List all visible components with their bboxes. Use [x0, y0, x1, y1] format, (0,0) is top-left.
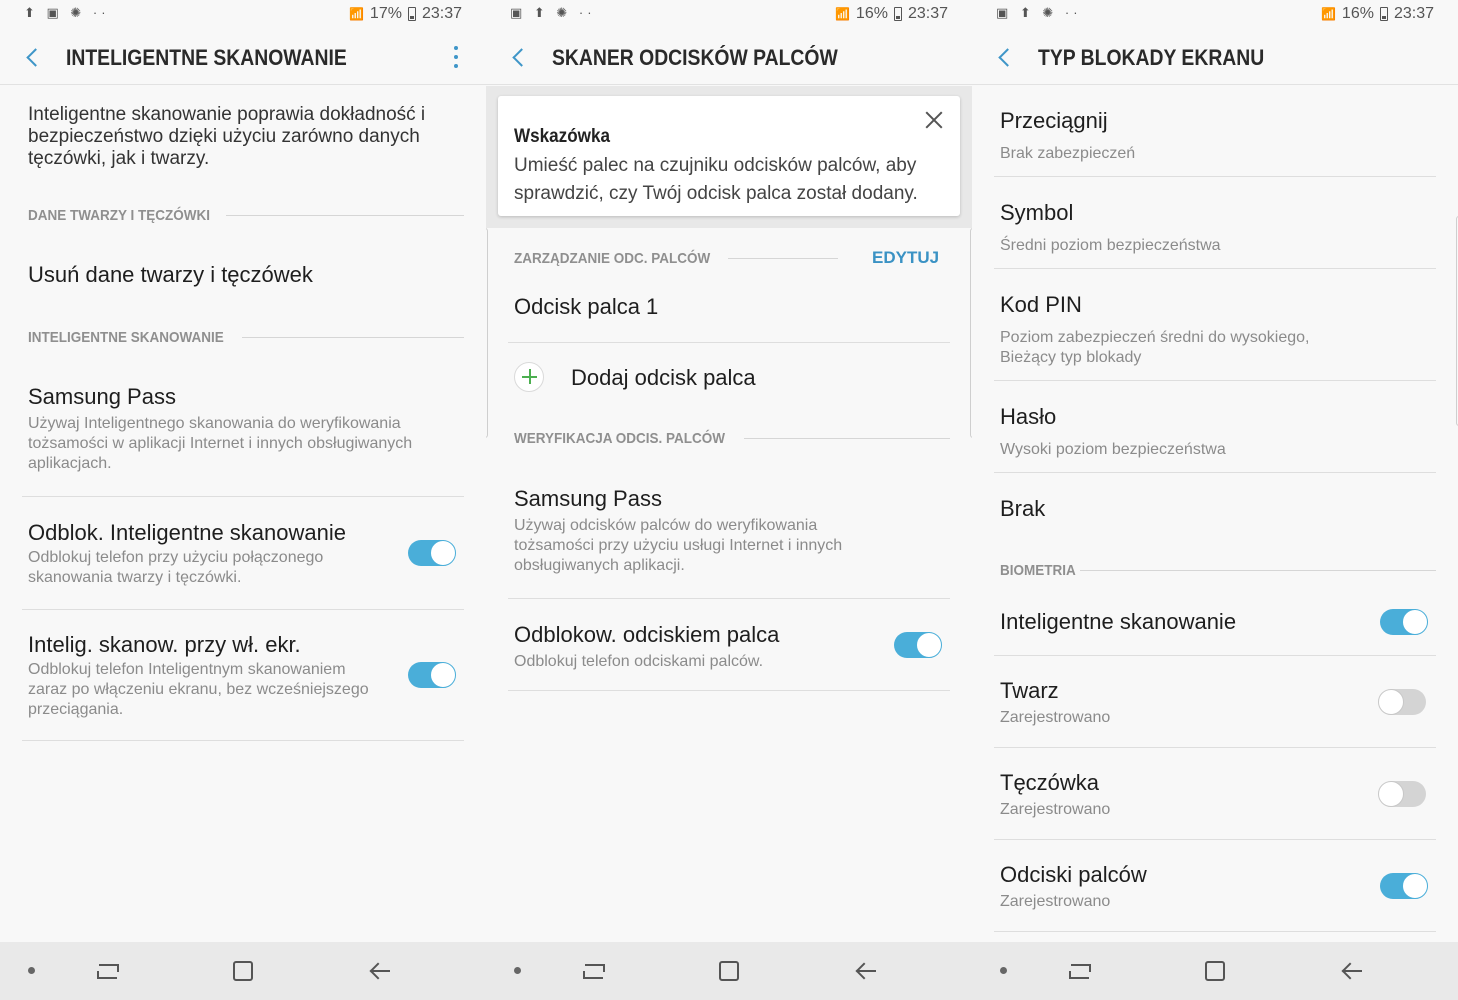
fingerprint-1-item[interactable]: Odcisk palca 1: [508, 282, 950, 342]
fingerprint-unlock-item[interactable]: Odblokow. odciskiem palca Odblokuj telef…: [508, 616, 950, 690]
section-header-manage-fingerprints: ZARZĄDZANIE ODC. PALCÓW EDYTUJ: [514, 248, 940, 268]
signal-icon: 📶: [1320, 7, 1336, 21]
iris-toggle[interactable]: [1378, 781, 1426, 807]
recent-apps-icon[interactable]: [1069, 961, 1091, 979]
tip-body: Umieść palec na czujniku odcisków palców…: [514, 155, 918, 204]
biometric-iris[interactable]: Tęczówka Zarejestrowano: [994, 758, 1436, 838]
page-title: SKANER ODCISKÓW PALCÓW: [552, 45, 838, 70]
home-icon[interactable]: [1205, 961, 1225, 981]
nav-dot-icon[interactable]: [1000, 967, 1007, 974]
navigation-bar: [486, 942, 972, 1000]
battery-icon: [1379, 7, 1388, 21]
section-header-intelligent-scan: INTELIGENTNE SKANOWANIE: [28, 327, 464, 347]
nav-dot-icon[interactable]: [514, 967, 521, 974]
back-button[interactable]: [990, 42, 1020, 72]
app-bar: SKANER ODCISKÓW PALCÓW: [486, 30, 972, 85]
back-arrow-icon[interactable]: [854, 960, 878, 982]
plus-icon: [514, 362, 544, 392]
section-header-fingerprint-verification: WERYFIKACJA ODCIS. PALCÓW: [514, 428, 950, 448]
close-icon[interactable]: [924, 110, 944, 130]
recent-apps-icon[interactable]: [583, 961, 605, 979]
fingerprints-toggle[interactable]: [1380, 873, 1428, 899]
signal-icon: 📶: [348, 7, 364, 21]
battery-percent: 16%: [1341, 5, 1374, 22]
scroll-edge-left: [486, 228, 488, 438]
tip-area: Wskazówka Umieść palec na czujniku odcis…: [486, 86, 972, 228]
samsung-pass-item[interactable]: Samsung Pass Używaj odcisków palców do w…: [508, 478, 950, 598]
lock-option-pin[interactable]: Kod PIN Poziom zabezpieczeń średni do wy…: [994, 278, 1436, 380]
page-title: TYP BLOKADY EKRANU: [1038, 45, 1265, 70]
back-arrow-icon[interactable]: [1340, 960, 1364, 982]
panel-fingerprint-scanner: ▣ ⬆ ✺ ·· 📶 16% 23:37 SKANER ODCISKÓW PAL…: [486, 0, 972, 1000]
lock-option-none[interactable]: Brak: [994, 482, 1436, 542]
back-button[interactable]: [504, 42, 534, 72]
description: Inteligentne skanowanie poprawia dokładn…: [28, 104, 426, 169]
lock-option-password[interactable]: Hasło Wysoki poziom bezpieczeństwa: [994, 390, 1436, 472]
navigation-bar: [0, 942, 486, 1000]
home-icon[interactable]: [233, 961, 253, 981]
samsung-pass-item[interactable]: Samsung Pass Używaj Inteligentnego skano…: [22, 376, 464, 496]
biometric-fingerprints[interactable]: Odciski palców Zarejestrowano: [994, 850, 1436, 930]
notification-icons: ▣ ⬆ ✺ ··: [510, 5, 596, 20]
scan-on-screen-on-item[interactable]: Intelig. skanow. przy wł. ekr. Odblokuj …: [22, 624, 464, 740]
home-icon[interactable]: [719, 961, 739, 981]
panel-intelligent-scan: ⬆ ▣ ✺ ·· 📶 17% 23:37 INTELIGENTNE SKANOW…: [0, 0, 486, 1000]
settings-list: Inteligentne skanowanie poprawia dokładn…: [0, 86, 486, 942]
edit-button[interactable]: EDYTUJ: [872, 248, 939, 268]
status-bar: ▣ ⬆ ✺ ·· 📶 16% 23:37: [486, 0, 972, 30]
scan-on-screen-on-toggle[interactable]: [408, 662, 456, 688]
battery-icon: [893, 7, 902, 21]
section-header-biometrics: BIOMETRIA: [1000, 560, 1436, 580]
lock-option-swipe[interactable]: Przeciągnij Brak zabezpieczeń: [994, 94, 1436, 176]
back-arrow-icon[interactable]: [368, 960, 392, 982]
intelligent-scan-unlock-toggle[interactable]: [408, 540, 456, 566]
section-header-face-iris: DANE TWARZY I TĘCZÓWKI: [28, 205, 464, 225]
intelligent-scan-toggle[interactable]: [1380, 609, 1428, 635]
fingerprint-unlock-toggle[interactable]: [894, 632, 942, 658]
intelligent-scan-unlock-item[interactable]: Odblok. Inteligentne skanowanie Odblokuj…: [22, 512, 464, 608]
battery-percent: 17%: [369, 5, 402, 22]
lock-option-pattern[interactable]: Symbol Średni poziom bezpieczeństwa: [994, 186, 1436, 268]
settings-list: Wskazówka Umieść palec na czujniku odcis…: [486, 86, 972, 942]
app-bar: TYP BLOKADY EKRANU: [972, 30, 1458, 85]
clock: 23:37: [1393, 5, 1434, 22]
status-bar: ▣ ⬆ ✺ ·· 📶 16% 23:37: [972, 0, 1458, 30]
recent-apps-icon[interactable]: [97, 961, 119, 979]
notification-icons: ⬆ ▣ ✺ ··: [24, 5, 110, 20]
back-button[interactable]: [18, 42, 48, 72]
biometric-intelligent-scan[interactable]: Inteligentne skanowanie: [994, 594, 1436, 654]
notification-icons: ▣ ⬆ ✺ ··: [996, 5, 1082, 20]
nav-dot-icon[interactable]: [28, 967, 35, 974]
settings-list: Przeciągnij Brak zabezpieczeń Symbol Śre…: [972, 86, 1458, 942]
tip-card: Wskazówka Umieść palec na czujniku odcis…: [498, 96, 960, 216]
signal-icon: 📶: [834, 7, 850, 21]
biometric-face[interactable]: Twarz Zarejestrowano: [994, 666, 1436, 746]
clock: 23:37: [907, 5, 948, 22]
navigation-bar: [972, 942, 1458, 1000]
more-options-icon[interactable]: [452, 46, 460, 68]
clock: 23:37: [421, 5, 462, 22]
status-bar: ⬆ ▣ ✺ ·· 📶 17% 23:37: [0, 0, 486, 30]
battery-percent: 16%: [855, 5, 888, 22]
remove-face-iris-data[interactable]: Usuń dane twarzy i tęczówek: [22, 246, 464, 306]
tip-title: Wskazówka: [514, 126, 610, 147]
app-bar: INTELIGENTNE SKANOWANIE: [0, 30, 486, 85]
panel-screen-lock-type: ▣ ⬆ ✺ ·· 📶 16% 23:37 TYP BLOKADY EKRANU …: [972, 0, 1458, 1000]
battery-icon: [407, 7, 416, 21]
add-fingerprint-item[interactable]: Dodaj odcisk palca: [508, 358, 950, 402]
face-toggle[interactable]: [1378, 689, 1426, 715]
page-title: INTELIGENTNE SKANOWANIE: [66, 45, 347, 70]
